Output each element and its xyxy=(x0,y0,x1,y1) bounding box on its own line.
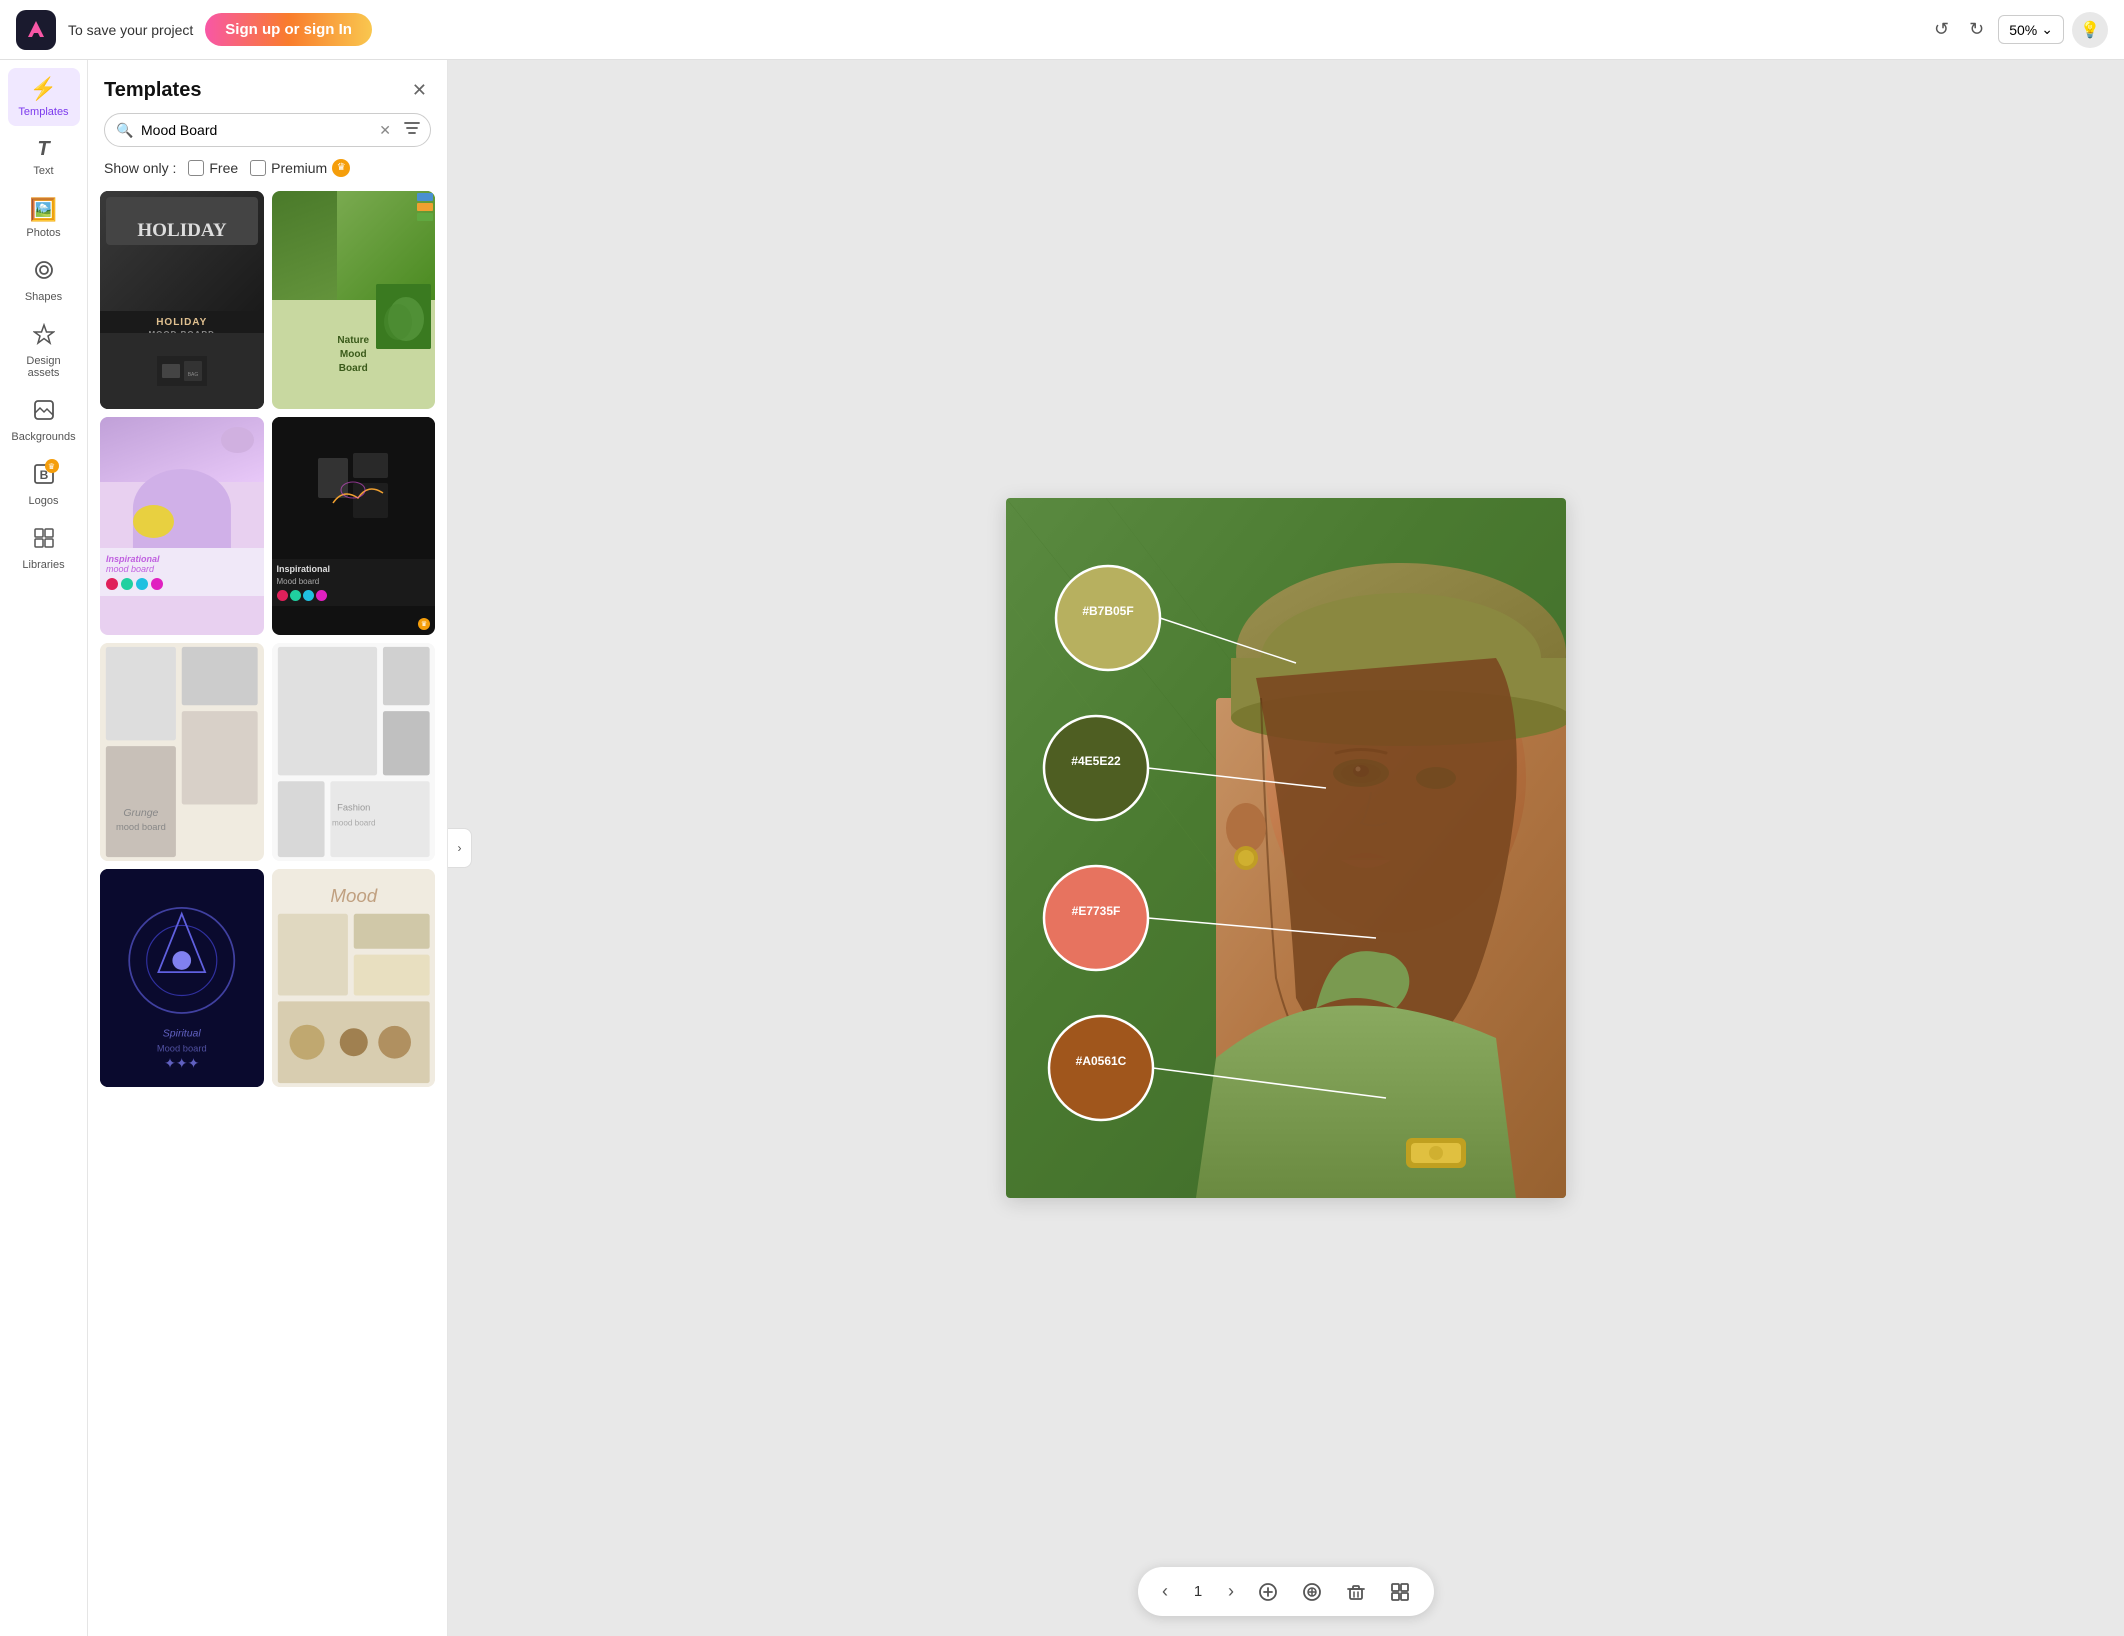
premium-label: Premium xyxy=(271,160,327,176)
zoom-value: 50% xyxy=(2009,22,2037,38)
svg-text:#E7735F: #E7735F xyxy=(1072,904,1121,918)
sidebar-item-photos[interactable]: 🖼️ Photos xyxy=(8,189,80,247)
delete-button[interactable] xyxy=(1342,1578,1370,1606)
sidebar-item-design-assets[interactable]: Design assets xyxy=(8,315,80,387)
topbar: To save your project Sign up or sign In … xyxy=(0,0,2124,60)
search-bar: 🔍 ✕ xyxy=(104,113,431,147)
svg-text:BAG: BAG xyxy=(187,372,198,378)
app-logo[interactable] xyxy=(16,10,56,50)
svg-text:mood board: mood board xyxy=(116,822,166,832)
sidebar-item-logos[interactable]: B ♛ Logos xyxy=(8,455,80,515)
libraries-icon xyxy=(33,527,55,555)
svg-text:Grunge: Grunge xyxy=(123,807,158,819)
templates-panel: Templates ✕ 🔍 ✕ Show only : Free Premium… xyxy=(88,60,448,1636)
chevron-down-icon: ⌄ xyxy=(2041,21,2053,38)
undo-button[interactable]: ↺ xyxy=(1928,13,1955,46)
zoom-selector[interactable]: 50% ⌄ xyxy=(1998,15,2064,44)
templates-icon: ⚡ xyxy=(30,76,57,102)
sidebar-item-label: Design assets xyxy=(12,355,76,379)
shapes-icon xyxy=(33,259,55,287)
sidebar-item-label: Backgrounds xyxy=(11,431,75,443)
template-card-spiritual[interactable]: Spiritual Mood board ✦✦✦ xyxy=(100,869,264,1087)
page-number: 1 xyxy=(1188,1583,1208,1600)
free-label: Free xyxy=(209,160,238,176)
canvas-area: › xyxy=(448,60,2124,1636)
svg-text:#4E5E22: #4E5E22 xyxy=(1071,754,1121,768)
crown-badge: ♛ xyxy=(45,459,59,473)
template-card-holiday[interactable]: HOLIDAY MOOD BOARD BAG xyxy=(100,191,264,409)
sidebar-item-label: Libraries xyxy=(22,559,64,571)
svg-text:#B7B05F: #B7B05F xyxy=(1082,604,1133,618)
svg-text:Mood: Mood xyxy=(330,885,377,906)
search-clear-button[interactable]: ✕ xyxy=(379,122,391,139)
premium-crown-icon: ♛ xyxy=(332,159,350,177)
design-assets-icon xyxy=(33,323,55,351)
show-only-label: Show only : xyxy=(104,160,176,176)
sidebar-item-templates[interactable]: ⚡ Templates xyxy=(8,68,80,126)
grid-view-button[interactable] xyxy=(1386,1578,1414,1606)
canvas-bottom-toolbar: ‹ 1 › xyxy=(1138,1567,1434,1616)
canvas-card[interactable]: #B7B05F #4E5E22 #E7735F #A0561C xyxy=(1006,498,1566,1198)
svg-text:Fashion: Fashion xyxy=(337,802,370,812)
add-page-button[interactable] xyxy=(1254,1578,1282,1606)
sidebar: ⚡ Templates T Text 🖼️ Photos Shapes Desi… xyxy=(0,60,88,1636)
search-filter-button[interactable] xyxy=(403,119,421,141)
template-card-nature[interactable]: Nature Mood Board xyxy=(272,191,436,409)
next-page-button[interactable]: › xyxy=(1224,1577,1238,1606)
svg-text:mood board: mood board xyxy=(331,819,375,828)
template-card-inspirational-light[interactable]: Inspirational mood board xyxy=(100,417,264,635)
panel-title: Templates xyxy=(104,79,201,102)
logos-icon: B ♛ xyxy=(33,463,55,491)
sidebar-item-backgrounds[interactable]: Backgrounds xyxy=(8,391,80,451)
sidebar-item-label: Photos xyxy=(26,227,60,239)
template-grid: HOLIDAY MOOD BOARD BAG xyxy=(88,187,447,1636)
free-filter[interactable]: Free xyxy=(188,160,238,176)
template-card-grunge[interactable]: Grunge mood board xyxy=(100,643,264,861)
panel-close-button[interactable]: ✕ xyxy=(408,76,431,105)
sidebar-item-label: Templates xyxy=(18,106,68,118)
save-prompt: To save your project xyxy=(68,22,193,38)
filter-row: Show only : Free Premium ♛ xyxy=(88,155,447,187)
sidebar-item-label: Logos xyxy=(29,495,59,507)
premium-filter[interactable]: Premium ♛ xyxy=(250,159,350,177)
signin-button[interactable]: Sign up or sign In xyxy=(205,13,372,46)
prev-page-button[interactable]: ‹ xyxy=(1158,1577,1172,1606)
sidebar-item-shapes[interactable]: Shapes xyxy=(8,251,80,311)
text-icon: T xyxy=(37,138,49,161)
photos-icon: 🖼️ xyxy=(30,197,57,223)
svg-text:#A0561C: #A0561C xyxy=(1076,1054,1127,1068)
sidebar-item-label: Shapes xyxy=(25,291,62,303)
panel-header: Templates ✕ xyxy=(88,60,447,113)
panel-collapse-button[interactable]: › xyxy=(448,828,472,868)
svg-text:Spiritual: Spiritual xyxy=(163,1027,202,1039)
sidebar-item-text[interactable]: T Text xyxy=(8,130,80,185)
template-card-fashion[interactable]: Fashion mood board xyxy=(272,643,436,861)
redo-button[interactable]: ↻ xyxy=(1963,13,1990,46)
sidebar-item-libraries[interactable]: Libraries xyxy=(8,519,80,579)
free-checkbox[interactable] xyxy=(188,160,204,176)
zoom-in-button[interactable] xyxy=(1298,1578,1326,1606)
main-layout: ⚡ Templates T Text 🖼️ Photos Shapes Desi… xyxy=(0,60,2124,1636)
template-card-minimal[interactable]: Mood xyxy=(272,869,436,1087)
svg-text:Mood board: Mood board xyxy=(157,1044,207,1054)
template-card-inspirational-dark[interactable]: Inspirational Mood board ♛ xyxy=(272,417,436,635)
premium-checkbox[interactable] xyxy=(250,160,266,176)
topbar-controls: ↺ ↻ 50% ⌄ 💡 xyxy=(1928,12,2108,48)
search-icon: 🔍 xyxy=(116,122,133,139)
sidebar-item-label: Text xyxy=(33,165,53,177)
tips-button[interactable]: 💡 xyxy=(2072,12,2108,48)
svg-text:✦✦✦: ✦✦✦ xyxy=(164,1055,199,1071)
backgrounds-icon xyxy=(33,399,55,427)
